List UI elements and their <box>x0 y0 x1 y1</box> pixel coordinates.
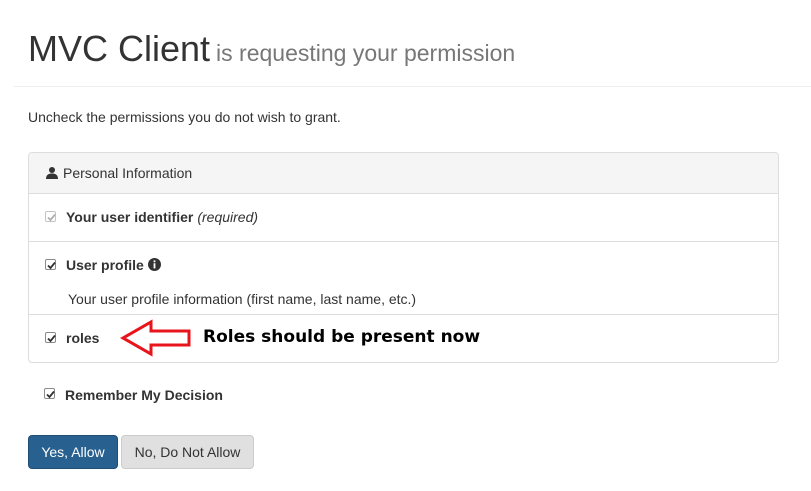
header-divider <box>14 86 811 87</box>
yes-allow-button[interactable]: Yes, Allow <box>28 435 118 469</box>
scope-label-user-identifier: Your user identifier (required) <box>66 209 258 225</box>
user-identifier-checkbox[interactable] <box>45 211 56 222</box>
remember-decision-checkbox[interactable] <box>44 388 55 399</box>
annotation-arrow <box>120 319 191 357</box>
scope-row-user-identifier: Your user identifier (required) <box>29 194 778 242</box>
user-icon <box>45 166 59 180</box>
header-subtitle: is requesting your permission <box>216 40 516 66</box>
user-identifier-label: Your user identifier <box>66 209 194 225</box>
annotation-text: Roles should be present now <box>203 327 481 347</box>
scope-label-user-profile: User profile <box>66 257 161 274</box>
panel-heading-label: Personal Information <box>63 165 193 181</box>
scope-row-user-profile: User profile Your user profile informati… <box>29 242 778 315</box>
remember-decision-label: Remember My Decision <box>65 387 223 403</box>
info-sign-icon[interactable] <box>147 258 161 274</box>
roles-checkbox[interactable] <box>45 332 56 343</box>
instruction-text: Uncheck the permissions you do not wish … <box>28 109 341 125</box>
user-profile-description: Your user profile information (first nam… <box>68 291 417 307</box>
page-header: MVC Client is requesting your permission <box>28 28 515 70</box>
panel-heading: Personal Information <box>29 153 778 194</box>
roles-label: roles <box>66 330 100 346</box>
user-profile-label: User profile <box>66 257 144 273</box>
client-name: MVC Client <box>28 28 211 69</box>
no-do-not-allow-button[interactable]: No, Do Not Allow <box>121 435 254 469</box>
required-note: (required) <box>197 209 259 225</box>
user-profile-checkbox[interactable] <box>45 259 56 270</box>
